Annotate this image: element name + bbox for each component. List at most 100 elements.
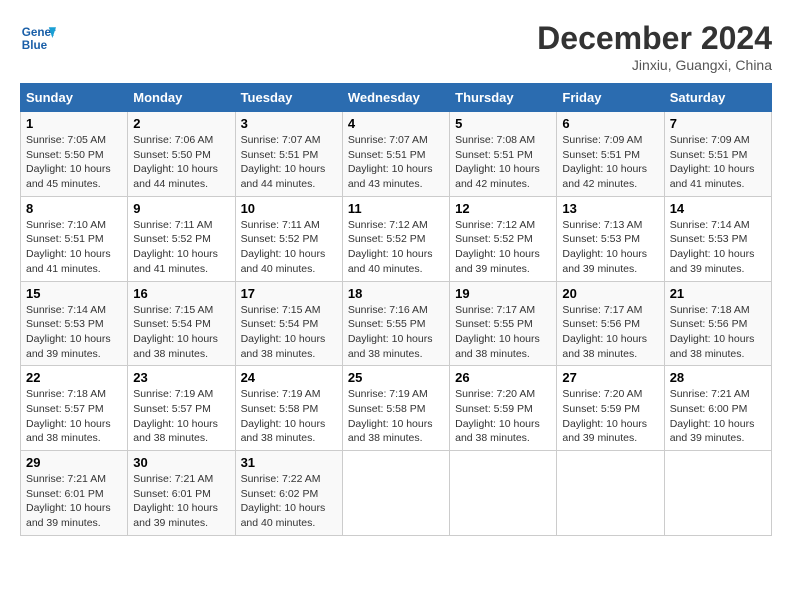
calendar-cell: 23 Sunrise: 7:19 AM Sunset: 5:57 PM Dayl… — [128, 366, 235, 451]
day-number: 28 — [670, 370, 766, 385]
col-friday: Friday — [557, 84, 664, 112]
day-info: Sunrise: 7:07 AM Sunset: 5:51 PM Dayligh… — [241, 133, 337, 192]
day-number: 25 — [348, 370, 444, 385]
day-info: Sunrise: 7:09 AM Sunset: 5:51 PM Dayligh… — [562, 133, 658, 192]
day-number: 7 — [670, 116, 766, 131]
day-info: Sunrise: 7:18 AM Sunset: 5:56 PM Dayligh… — [670, 303, 766, 362]
calendar-cell: 4 Sunrise: 7:07 AM Sunset: 5:51 PM Dayli… — [342, 112, 449, 197]
calendar-cell: 3 Sunrise: 7:07 AM Sunset: 5:51 PM Dayli… — [235, 112, 342, 197]
calendar-cell: 17 Sunrise: 7:15 AM Sunset: 5:54 PM Dayl… — [235, 281, 342, 366]
calendar-cell — [557, 451, 664, 536]
day-number: 20 — [562, 286, 658, 301]
day-info: Sunrise: 7:11 AM Sunset: 5:52 PM Dayligh… — [133, 218, 229, 277]
calendar-cell: 28 Sunrise: 7:21 AM Sunset: 6:00 PM Dayl… — [664, 366, 771, 451]
calendar-cell: 19 Sunrise: 7:17 AM Sunset: 5:55 PM Dayl… — [450, 281, 557, 366]
day-number: 10 — [241, 201, 337, 216]
day-number: 13 — [562, 201, 658, 216]
calendar-week-2: 8 Sunrise: 7:10 AM Sunset: 5:51 PM Dayli… — [21, 196, 772, 281]
day-number: 19 — [455, 286, 551, 301]
day-info: Sunrise: 7:13 AM Sunset: 5:53 PM Dayligh… — [562, 218, 658, 277]
day-number: 26 — [455, 370, 551, 385]
col-tuesday: Tuesday — [235, 84, 342, 112]
calendar-cell: 18 Sunrise: 7:16 AM Sunset: 5:55 PM Dayl… — [342, 281, 449, 366]
day-number: 16 — [133, 286, 229, 301]
day-info: Sunrise: 7:14 AM Sunset: 5:53 PM Dayligh… — [670, 218, 766, 277]
month-title: December 2024 — [537, 20, 772, 57]
day-info: Sunrise: 7:22 AM Sunset: 6:02 PM Dayligh… — [241, 472, 337, 531]
day-number: 1 — [26, 116, 122, 131]
calendar-cell: 25 Sunrise: 7:19 AM Sunset: 5:58 PM Dayl… — [342, 366, 449, 451]
col-thursday: Thursday — [450, 84, 557, 112]
calendar-cell: 8 Sunrise: 7:10 AM Sunset: 5:51 PM Dayli… — [21, 196, 128, 281]
day-number: 24 — [241, 370, 337, 385]
day-number: 23 — [133, 370, 229, 385]
day-info: Sunrise: 7:12 AM Sunset: 5:52 PM Dayligh… — [455, 218, 551, 277]
calendar-week-1: 1 Sunrise: 7:05 AM Sunset: 5:50 PM Dayli… — [21, 112, 772, 197]
day-info: Sunrise: 7:21 AM Sunset: 6:00 PM Dayligh… — [670, 387, 766, 446]
day-info: Sunrise: 7:20 AM Sunset: 5:59 PM Dayligh… — [562, 387, 658, 446]
day-info: Sunrise: 7:15 AM Sunset: 5:54 PM Dayligh… — [241, 303, 337, 362]
day-number: 14 — [670, 201, 766, 216]
day-number: 29 — [26, 455, 122, 470]
calendar-cell: 29 Sunrise: 7:21 AM Sunset: 6:01 PM Dayl… — [21, 451, 128, 536]
day-info: Sunrise: 7:09 AM Sunset: 5:51 PM Dayligh… — [670, 133, 766, 192]
day-info: Sunrise: 7:08 AM Sunset: 5:51 PM Dayligh… — [455, 133, 551, 192]
day-info: Sunrise: 7:21 AM Sunset: 6:01 PM Dayligh… — [133, 472, 229, 531]
logo-icon: General Blue — [20, 20, 56, 56]
calendar-cell: 24 Sunrise: 7:19 AM Sunset: 5:58 PM Dayl… — [235, 366, 342, 451]
day-info: Sunrise: 7:14 AM Sunset: 5:53 PM Dayligh… — [26, 303, 122, 362]
calendar-cell: 22 Sunrise: 7:18 AM Sunset: 5:57 PM Dayl… — [21, 366, 128, 451]
day-info: Sunrise: 7:17 AM Sunset: 5:55 PM Dayligh… — [455, 303, 551, 362]
calendar-cell — [342, 451, 449, 536]
day-number: 27 — [562, 370, 658, 385]
logo: General Blue — [20, 20, 56, 56]
calendar-cell: 14 Sunrise: 7:14 AM Sunset: 5:53 PM Dayl… — [664, 196, 771, 281]
calendar-cell: 1 Sunrise: 7:05 AM Sunset: 5:50 PM Dayli… — [21, 112, 128, 197]
day-info: Sunrise: 7:18 AM Sunset: 5:57 PM Dayligh… — [26, 387, 122, 446]
calendar-week-4: 22 Sunrise: 7:18 AM Sunset: 5:57 PM Dayl… — [21, 366, 772, 451]
calendar-cell: 30 Sunrise: 7:21 AM Sunset: 6:01 PM Dayl… — [128, 451, 235, 536]
day-info: Sunrise: 7:20 AM Sunset: 5:59 PM Dayligh… — [455, 387, 551, 446]
calendar-table: Sunday Monday Tuesday Wednesday Thursday… — [20, 83, 772, 536]
calendar-cell: 21 Sunrise: 7:18 AM Sunset: 5:56 PM Dayl… — [664, 281, 771, 366]
day-info: Sunrise: 7:17 AM Sunset: 5:56 PM Dayligh… — [562, 303, 658, 362]
calendar-week-5: 29 Sunrise: 7:21 AM Sunset: 6:01 PM Dayl… — [21, 451, 772, 536]
calendar-cell: 10 Sunrise: 7:11 AM Sunset: 5:52 PM Dayl… — [235, 196, 342, 281]
day-info: Sunrise: 7:15 AM Sunset: 5:54 PM Dayligh… — [133, 303, 229, 362]
column-headers: Sunday Monday Tuesday Wednesday Thursday… — [21, 84, 772, 112]
day-number: 31 — [241, 455, 337, 470]
day-number: 2 — [133, 116, 229, 131]
day-info: Sunrise: 7:21 AM Sunset: 6:01 PM Dayligh… — [26, 472, 122, 531]
day-number: 6 — [562, 116, 658, 131]
col-wednesday: Wednesday — [342, 84, 449, 112]
day-info: Sunrise: 7:19 AM Sunset: 5:58 PM Dayligh… — [241, 387, 337, 446]
day-number: 21 — [670, 286, 766, 301]
day-info: Sunrise: 7:05 AM Sunset: 5:50 PM Dayligh… — [26, 133, 122, 192]
calendar-cell: 2 Sunrise: 7:06 AM Sunset: 5:50 PM Dayli… — [128, 112, 235, 197]
day-number: 12 — [455, 201, 551, 216]
day-number: 9 — [133, 201, 229, 216]
svg-text:Blue: Blue — [22, 39, 48, 52]
day-number: 3 — [241, 116, 337, 131]
calendar-cell: 6 Sunrise: 7:09 AM Sunset: 5:51 PM Dayli… — [557, 112, 664, 197]
col-monday: Monday — [128, 84, 235, 112]
col-sunday: Sunday — [21, 84, 128, 112]
day-number: 11 — [348, 201, 444, 216]
calendar-cell: 26 Sunrise: 7:20 AM Sunset: 5:59 PM Dayl… — [450, 366, 557, 451]
day-number: 18 — [348, 286, 444, 301]
day-info: Sunrise: 7:10 AM Sunset: 5:51 PM Dayligh… — [26, 218, 122, 277]
calendar-week-3: 15 Sunrise: 7:14 AM Sunset: 5:53 PM Dayl… — [21, 281, 772, 366]
calendar-cell: 5 Sunrise: 7:08 AM Sunset: 5:51 PM Dayli… — [450, 112, 557, 197]
calendar-cell: 12 Sunrise: 7:12 AM Sunset: 5:52 PM Dayl… — [450, 196, 557, 281]
day-info: Sunrise: 7:19 AM Sunset: 5:57 PM Dayligh… — [133, 387, 229, 446]
col-saturday: Saturday — [664, 84, 771, 112]
calendar-cell: 11 Sunrise: 7:12 AM Sunset: 5:52 PM Dayl… — [342, 196, 449, 281]
day-number: 17 — [241, 286, 337, 301]
day-info: Sunrise: 7:07 AM Sunset: 5:51 PM Dayligh… — [348, 133, 444, 192]
calendar-cell — [450, 451, 557, 536]
calendar-cell: 20 Sunrise: 7:17 AM Sunset: 5:56 PM Dayl… — [557, 281, 664, 366]
day-info: Sunrise: 7:06 AM Sunset: 5:50 PM Dayligh… — [133, 133, 229, 192]
day-number: 5 — [455, 116, 551, 131]
day-number: 30 — [133, 455, 229, 470]
calendar-cell — [664, 451, 771, 536]
